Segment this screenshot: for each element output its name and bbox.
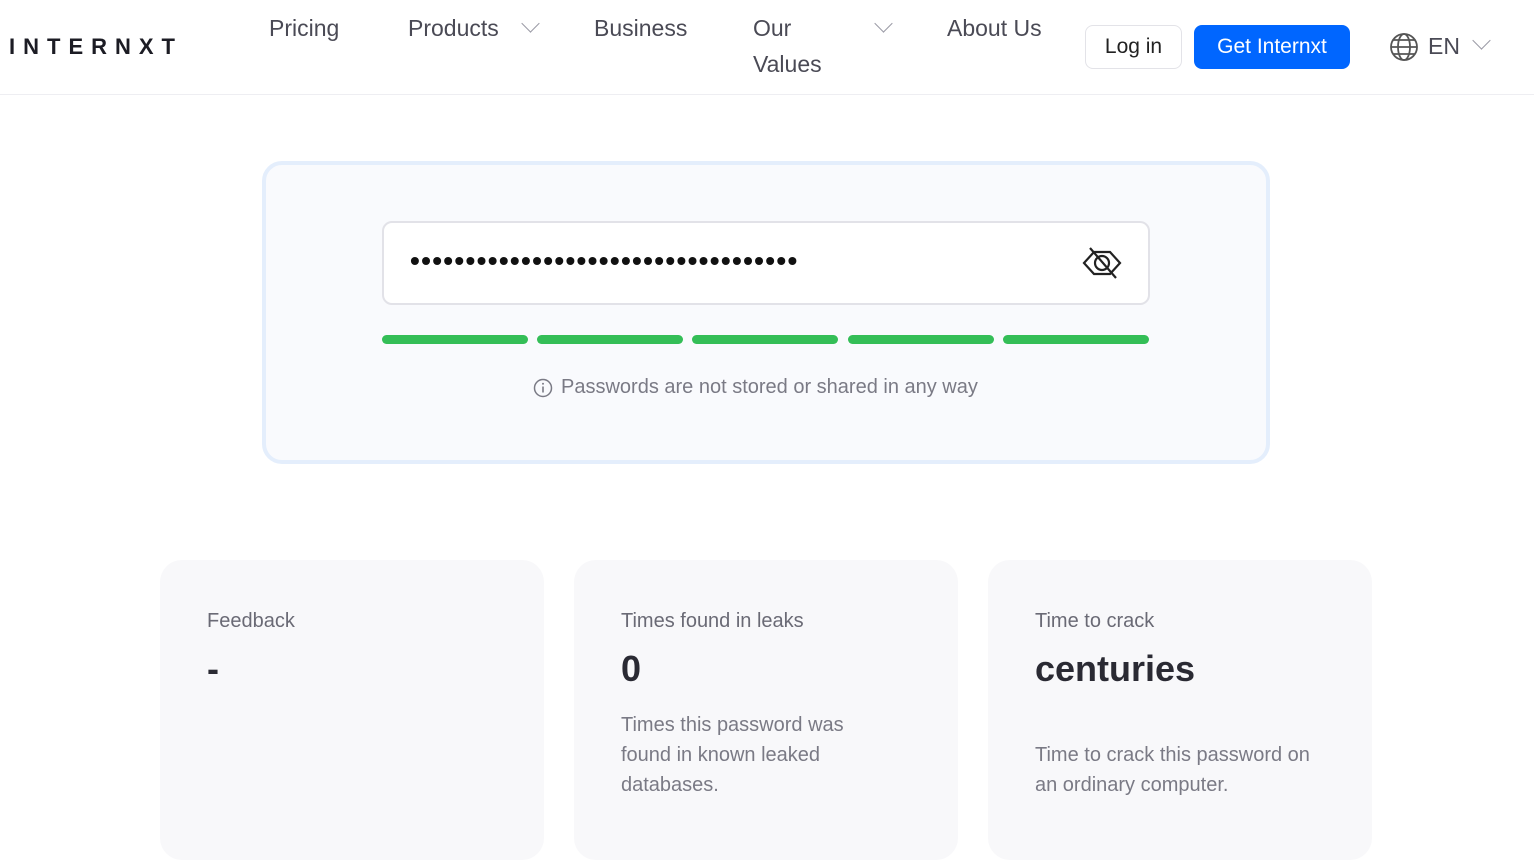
nav-our-values-line2[interactable]: Values (753, 46, 822, 82)
card-value: - (207, 648, 219, 689)
card-title: Time to crack (1035, 610, 1155, 632)
language-selector[interactable]: EN (1428, 28, 1460, 64)
strength-segment (848, 335, 994, 344)
card-title: Feedback (207, 610, 295, 632)
eye-off-icon[interactable] (1082, 245, 1122, 281)
privacy-note: Passwords are not stored or shared in an… (533, 376, 978, 399)
info-icon (533, 378, 553, 397)
leaks-card: Times found in leaks 0 Times this passwo… (574, 560, 958, 860)
nav-about[interactable]: About Us (947, 10, 1042, 46)
card-value: centuries (1035, 648, 1196, 689)
top-nav: INTERNXT Pricing Products Business Our V… (0, 0, 1534, 95)
card-description: Time to crack this password on an ordina… (1035, 744, 1310, 796)
nav-business[interactable]: Business (594, 10, 687, 46)
privacy-note-text: Passwords are not stored or shared in an… (561, 376, 978, 398)
strength-segment (382, 335, 528, 344)
strength-segment (1003, 335, 1149, 344)
card-title: Times found in leaks (621, 610, 804, 632)
globe-icon[interactable] (1389, 32, 1419, 62)
nav-our-values[interactable]: Our (753, 10, 791, 46)
time-to-crack-card: Time to crack centuries Time to crack th… (988, 560, 1372, 860)
password-mask: ••••••••••••••••••••••••••••••••••• (410, 245, 799, 276)
password-input[interactable]: ••••••••••••••••••••••••••••••••••• (382, 221, 1150, 305)
card-value: 0 (621, 648, 642, 689)
get-internxt-button[interactable]: Get Internxt (1194, 25, 1350, 69)
feedback-card: Feedback - (160, 560, 544, 860)
strength-segment (692, 335, 838, 344)
password-checker-panel (262, 161, 1270, 464)
logo[interactable]: INTERNXT (9, 34, 183, 60)
login-button[interactable]: Log in (1085, 25, 1182, 69)
strength-segment (537, 335, 683, 344)
chevron-down-icon[interactable] (874, 14, 893, 33)
chevron-down-icon[interactable] (1472, 31, 1491, 50)
nav-products[interactable]: Products (408, 10, 499, 46)
card-description: Times this password was found in known l… (621, 714, 844, 796)
nav-pricing[interactable]: Pricing (269, 10, 339, 46)
chevron-down-icon[interactable] (521, 14, 540, 33)
